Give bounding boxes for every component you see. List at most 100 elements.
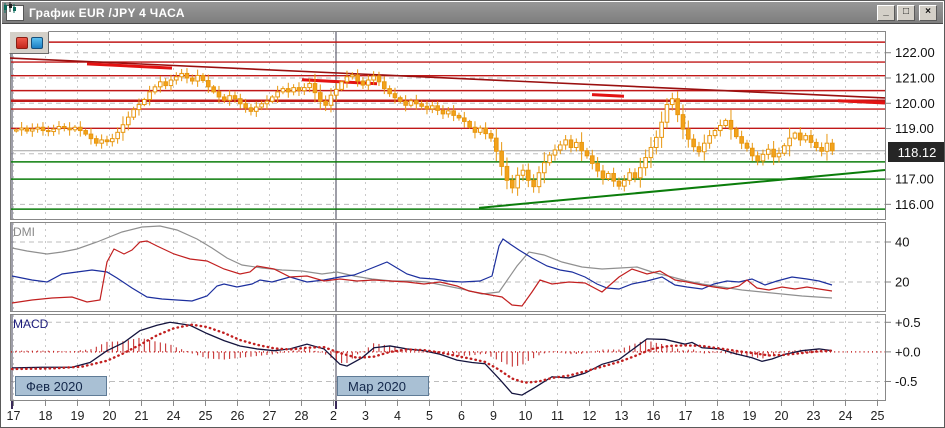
macd-axis-label: +0.5	[895, 315, 921, 330]
candle-body	[387, 88, 392, 95]
candle-body	[467, 120, 472, 128]
candle-body	[131, 109, 136, 118]
candle-body	[776, 152, 782, 158]
time-axis-label: 16	[647, 409, 661, 423]
candle-body	[430, 105, 435, 110]
candle-body	[200, 74, 206, 82]
month-label-feb: Фев 2020	[15, 376, 107, 396]
series-legend	[9, 31, 49, 54]
time-axis-label: 2	[330, 409, 337, 423]
candle-body	[760, 153, 766, 162]
candle-body	[392, 93, 398, 99]
candle-body	[733, 128, 739, 138]
candle-body	[413, 100, 419, 105]
blue-series-button[interactable]	[30, 36, 43, 49]
candle-body	[371, 75, 376, 81]
chart-client-area: DMI MACD 118.12 Фев 2020 Мар 2020 122.00…	[2, 24, 944, 426]
maximize-button[interactable]: □	[897, 4, 915, 21]
dmi-axis-label: 20	[895, 275, 909, 290]
time-axis-label: 23	[807, 409, 821, 423]
red-series-button[interactable]	[15, 36, 28, 49]
candle-body	[125, 116, 131, 126]
candle-body	[110, 138, 115, 143]
current-price-badge: 118.12	[888, 142, 944, 162]
candle-body	[206, 80, 211, 88]
candle-body	[136, 104, 142, 111]
candle-body	[88, 133, 94, 140]
candle-body	[227, 95, 232, 101]
close-button[interactable]: ×	[919, 4, 937, 21]
candle-body	[558, 144, 563, 151]
candle-body	[120, 124, 126, 133]
candle-body	[590, 155, 595, 164]
candle-body	[157, 81, 163, 88]
candle-body	[243, 103, 248, 109]
candle-body	[216, 91, 222, 98]
time-axis-label: 6	[458, 409, 465, 423]
time-axis-label: 12	[583, 409, 597, 423]
price-axis-label: 120.00	[895, 96, 935, 111]
candle-body	[691, 138, 696, 148]
macd-axis-label: -0.5	[895, 374, 917, 389]
candle-body	[531, 179, 536, 188]
candle-body	[259, 103, 264, 108]
time-axis-label: 18	[39, 409, 53, 423]
minimize-button[interactable]: _	[877, 4, 895, 21]
candle-body	[477, 127, 483, 133]
candle-body	[675, 98, 680, 116]
candle-body	[195, 74, 200, 82]
candle-body	[797, 132, 803, 141]
candle-body	[787, 137, 792, 147]
candle-body	[56, 126, 62, 130]
candle-body	[664, 104, 670, 123]
candle-body	[323, 100, 328, 106]
candle-body	[637, 167, 643, 179]
candle-body	[669, 98, 675, 106]
candle-body	[814, 141, 819, 148]
candle-body	[381, 81, 387, 90]
window-title: График EUR /JPY 4 ЧАСА	[29, 5, 185, 20]
candle-body	[483, 127, 488, 135]
time-axis-label: 5	[426, 409, 433, 423]
price-axis-label: 121.00	[895, 70, 935, 85]
candle-body	[568, 139, 574, 148]
candle-body	[472, 126, 478, 133]
candle-body	[600, 170, 606, 180]
candle-body	[376, 75, 382, 83]
candle-body	[765, 148, 771, 155]
candle-body	[648, 146, 654, 159]
candle-body	[803, 135, 808, 141]
candle-body	[328, 94, 334, 106]
candle-body	[264, 100, 270, 105]
time-axis-label: 21	[135, 409, 149, 423]
candle-body	[686, 128, 691, 140]
candle-body	[824, 142, 830, 152]
candle-body	[595, 162, 600, 172]
dmi-panel-label: DMI	[13, 225, 35, 239]
candle-body	[419, 103, 424, 107]
candle-body	[552, 149, 558, 156]
candle-body	[174, 76, 179, 81]
candle-body	[680, 114, 686, 130]
macd-panel-label: MACD	[13, 317, 49, 331]
dmi-line-di-minus	[11, 240, 833, 307]
candle-body	[611, 173, 616, 182]
candle-body	[78, 126, 83, 132]
candle-body	[451, 110, 456, 116]
candle-body	[573, 141, 579, 148]
candle-body	[14, 129, 19, 132]
candle-body	[744, 142, 750, 149]
candle-body	[499, 150, 504, 167]
month-label-mar: Мар 2020	[337, 376, 429, 396]
candle-body	[541, 162, 547, 174]
time-axis-label: 20	[775, 409, 789, 423]
time-axis-label: 24	[167, 409, 181, 423]
time-axis-label: 28	[295, 409, 309, 423]
candle-body	[104, 139, 110, 143]
time-axis-label: 17	[7, 409, 21, 423]
title-bar[interactable]: График EUR /JPY 4 ЧАСА _ □ ×	[2, 2, 943, 24]
candle-body	[270, 96, 275, 102]
price-axis-label: 122.00	[895, 45, 935, 60]
candle-body	[509, 179, 515, 189]
candle-body	[61, 126, 67, 129]
